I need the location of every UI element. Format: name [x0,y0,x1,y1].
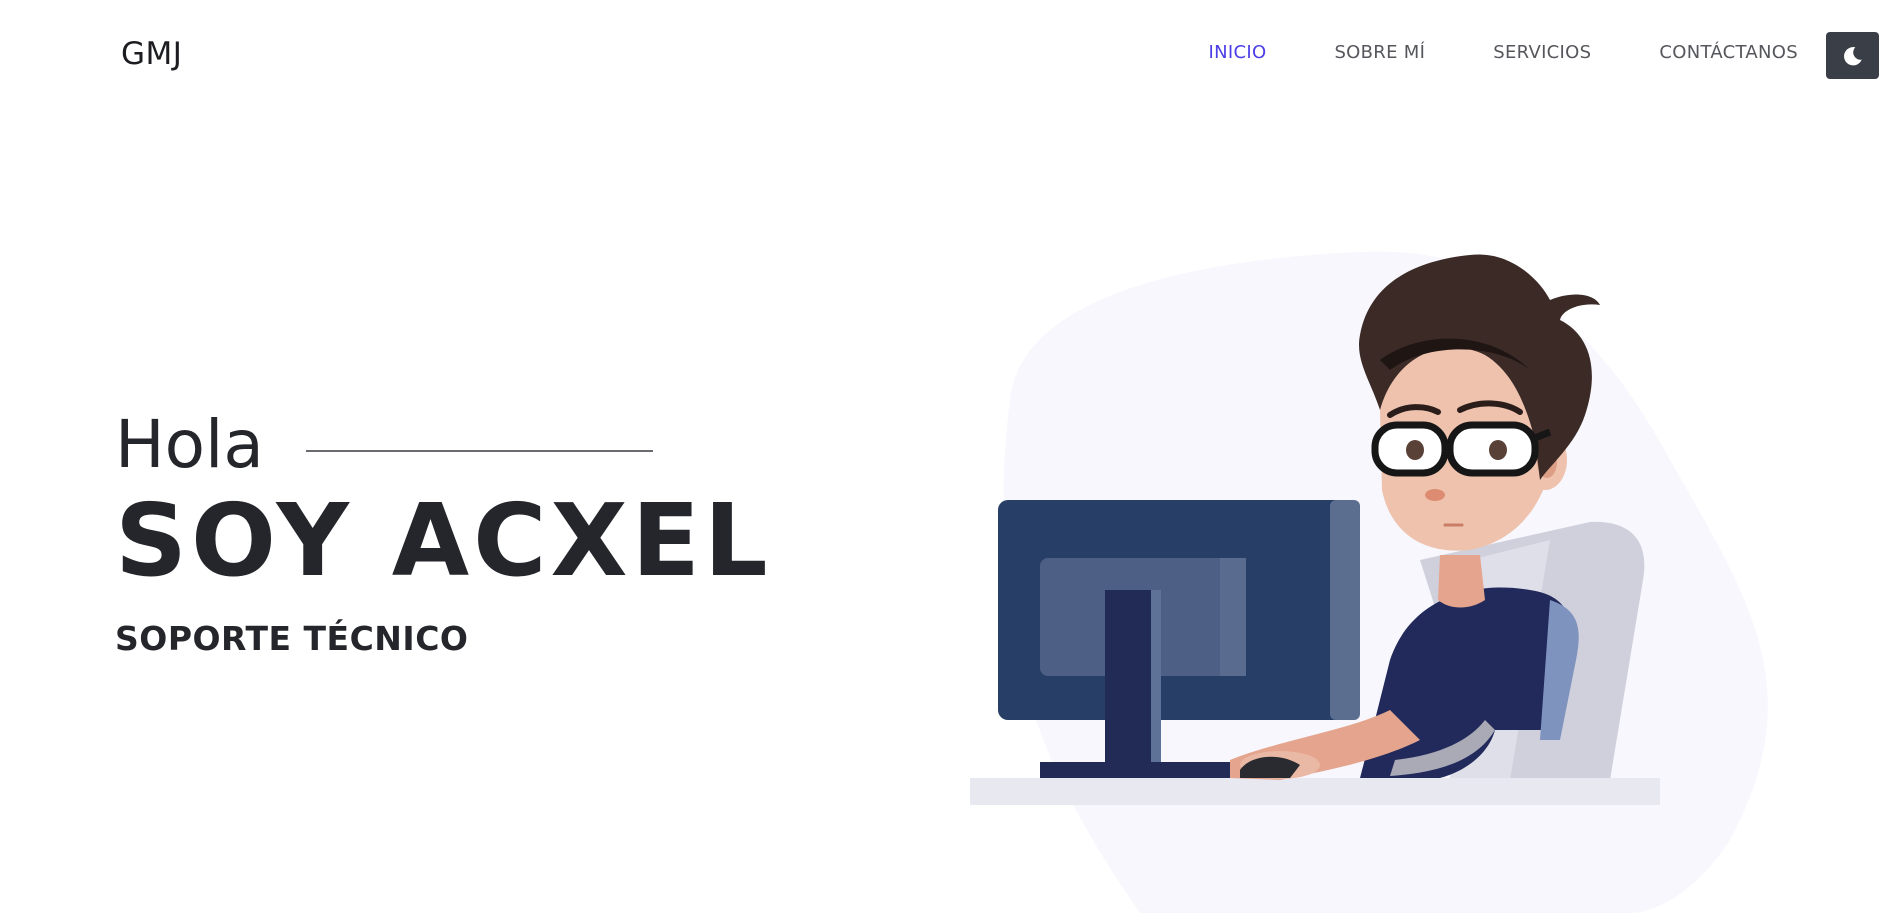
navbar: GMJ INICIO SOBRE MÍ SERVICIOS CONTÁCTANO… [0,0,1898,112]
nav-link-servicios[interactable]: SERVICIOS [1493,42,1591,63]
logo[interactable]: GMJ [121,36,182,72]
monitor-base [1040,762,1230,778]
monitor-stand [1105,590,1151,770]
greeting-divider [305,450,653,452]
developer-illustration [970,251,1768,913]
theme-toggle-button[interactable] [1826,32,1879,79]
nav-link-contactanos[interactable]: CONTÁCTANOS [1659,42,1798,63]
hero-text: Hola SOY ACXEL SOPORTE TÉCNICO [115,405,772,658]
nav-link-sobre-mi[interactable]: SOBRE MÍ [1334,42,1425,63]
greeting-row: Hola [115,405,772,485]
hero-subtitle: SOPORTE TÉCNICO [115,619,469,658]
hero-name: SOY ACXEL [115,482,772,599]
desk [970,778,1660,805]
glasses [1371,421,1552,477]
nav-menu: INICIO SOBRE MÍ SERVICIOS CONTÁCTANOS [1141,42,1799,63]
greeting: Hola [115,406,264,483]
nav-link-inicio[interactable]: INICIO [1209,42,1267,63]
moon-icon [1843,46,1862,65]
